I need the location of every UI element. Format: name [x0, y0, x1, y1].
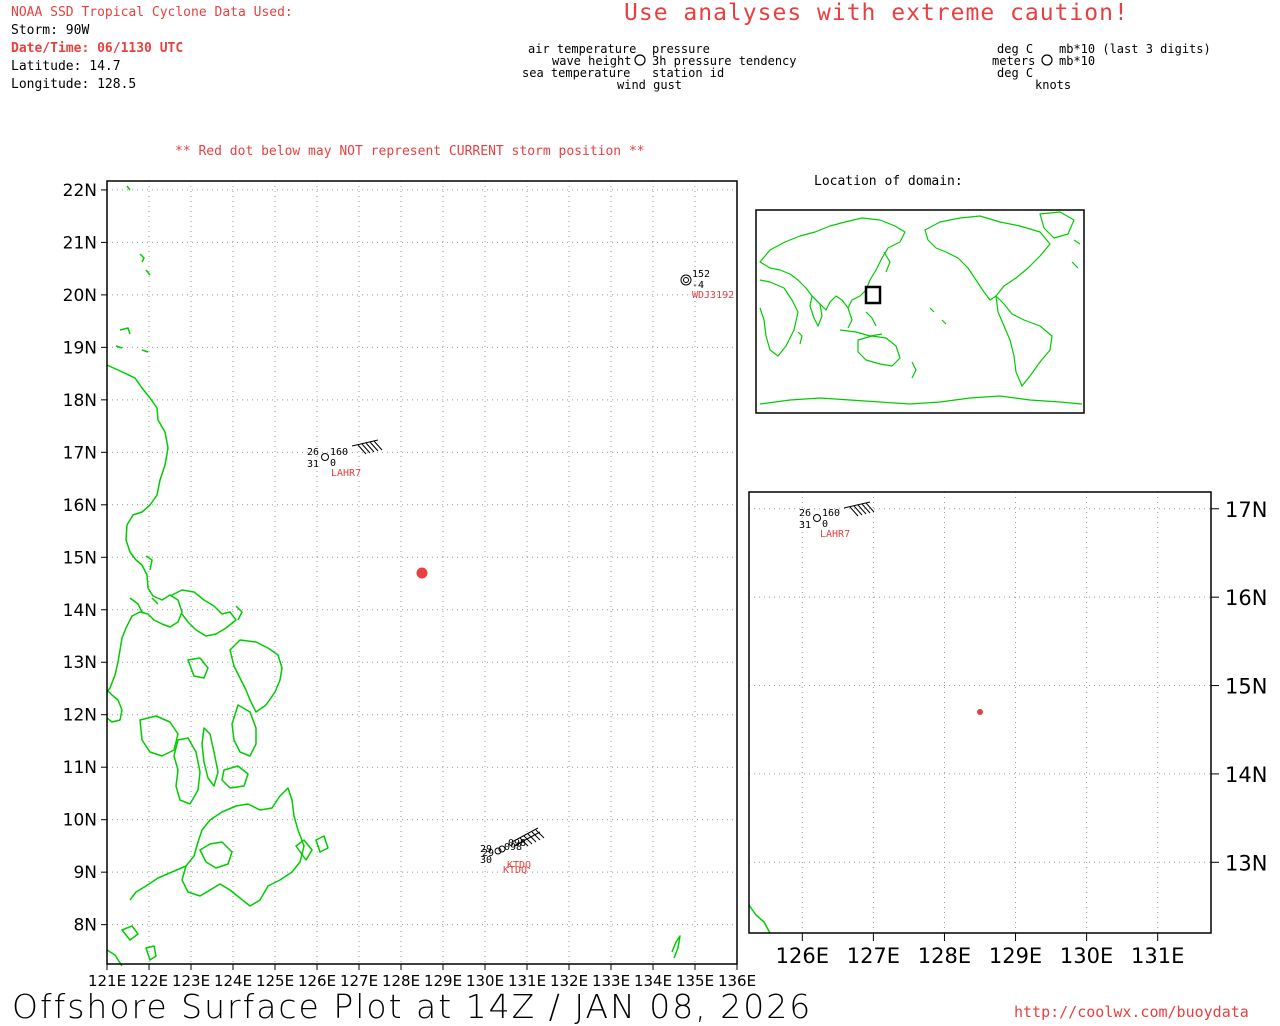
station-cluster[interactable]: 29 29 30 098 098 KTDQ KTDQ	[480, 827, 545, 876]
lat-label: 10N	[63, 811, 97, 831]
lon-label: 127E	[847, 944, 900, 968]
legend-station-circle	[634, 54, 646, 66]
station-pressure: 160	[330, 447, 348, 458]
cluster-sea-temp: 30	[480, 855, 492, 866]
station-id: LAHR7	[331, 468, 361, 479]
lon-label: 130E	[1060, 944, 1113, 968]
zoom-map-lat-labels: 17N 16N 15N 14N 13N	[1225, 498, 1267, 876]
lat-label: 19N	[63, 338, 97, 358]
lat-label: 9N	[73, 863, 97, 883]
lat-label: 15N	[1225, 675, 1267, 699]
zoom-station-lahr7[interactable]: 26 31 160 0 LAHR7	[799, 501, 875, 540]
map-canvas: 22N 21N 20N 19N 18N 17N 16N 15N 14N 13N 12N 11N 10N 9…	[63, 54, 1267, 990]
lat-label: 18N	[63, 391, 97, 411]
main-map-coastline	[106, 185, 681, 967]
station-id: LAHR7	[820, 529, 850, 540]
station-sea-temp: 31	[307, 459, 319, 470]
station-wdj3192[interactable]: 152 -4 WDJ3192	[680, 269, 734, 301]
lon-label: 128E	[918, 944, 971, 968]
lat-label: 16N	[1225, 586, 1267, 610]
station-circle-outer	[680, 274, 692, 286]
zoom-map-ticks	[801, 508, 1219, 941]
station-circle	[813, 514, 821, 522]
lat-label: 14N	[1225, 763, 1267, 787]
main-map: 22N 21N 20N 19N 18N 17N 16N 15N 14N 13N 12N 11N 10N 9…	[63, 180, 756, 990]
lat-label: 15N	[63, 548, 97, 568]
lat-label: 12N	[63, 706, 97, 726]
source-url[interactable]: http://coolwx.com/buoydata	[1014, 1003, 1249, 1021]
station-pressure: 160	[822, 508, 840, 519]
units-station-circle	[1041, 54, 1053, 66]
lat-label: 14N	[63, 601, 97, 621]
lat-label: 17N	[1225, 498, 1267, 522]
lon-label: 126E	[776, 944, 829, 968]
storm-position-dot	[416, 567, 428, 579]
station-sea-temp: 31	[799, 520, 811, 531]
station-id: WDJ3192	[692, 290, 734, 301]
station-pressure: 152	[692, 269, 710, 280]
lon-label: 131E	[1131, 944, 1184, 968]
zoom-map-lon-labels: 126E 127E 128E 129E 130E 131E	[776, 944, 1185, 968]
station-air-temp: 26	[799, 508, 811, 519]
lon-label: 129E	[989, 944, 1042, 968]
lat-label: 8N	[73, 916, 97, 936]
station-circle-inner	[683, 277, 689, 283]
lat-label: 13N	[1225, 851, 1267, 875]
cluster-id-2: KTDQ	[503, 865, 527, 876]
lat-label: 22N	[63, 181, 97, 201]
lat-label: 16N	[63, 496, 97, 516]
lat-label: 20N	[63, 286, 97, 306]
lat-label: 11N	[63, 758, 97, 778]
lat-label: 13N	[63, 653, 97, 673]
zoom-map: 17N 16N 15N 14N 13N 126E 127E 128E 129E 130E 131E…	[748, 491, 1267, 968]
station-lahr7[interactable]: 26 31 160 0 LAHR7	[307, 439, 383, 479]
world-map-frame	[755, 209, 1085, 414]
lat-label: 17N	[63, 443, 97, 463]
zoom-storm-position-dot	[977, 709, 983, 716]
zoom-map-coastline	[748, 904, 771, 934]
plot-title: Offshore Surface Plot at 14Z / JAN 08, 2…	[12, 987, 813, 1026]
lat-label: 21N	[63, 233, 97, 253]
main-map-lat-labels: 22N 21N 20N 19N 18N 17N 16N 15N 14N 13N 12N 11N 10N 9…	[63, 181, 97, 936]
station-circle	[321, 453, 329, 461]
world-locator-map	[755, 209, 1085, 414]
main-map-ticks	[101, 189, 738, 970]
station-air-temp: 26	[307, 447, 319, 458]
